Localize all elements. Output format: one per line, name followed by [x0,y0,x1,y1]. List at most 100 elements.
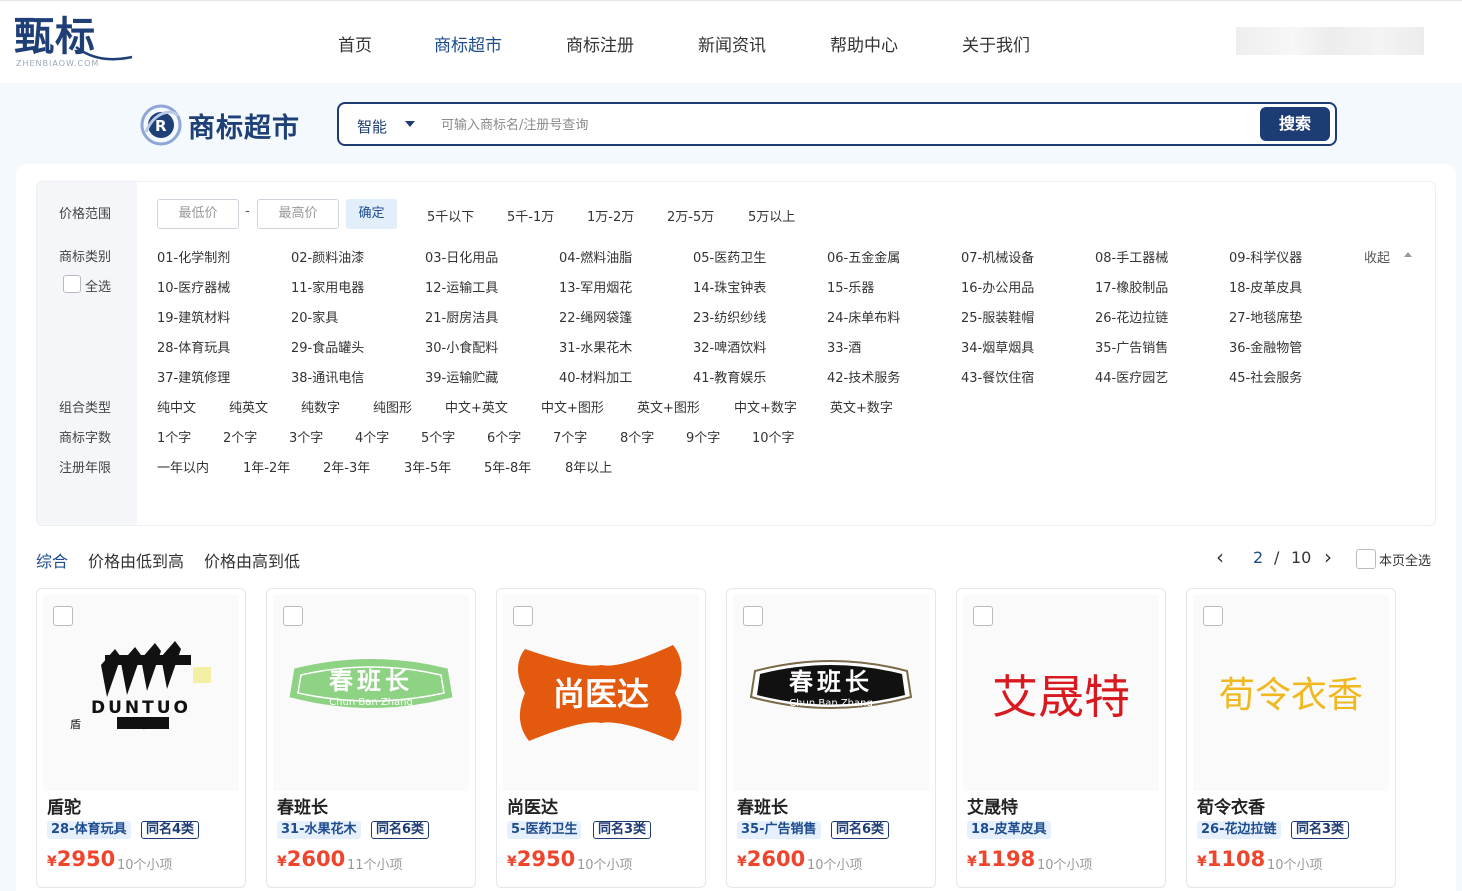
category-option[interactable]: 34-烟草烟具 [961,337,1034,356]
word-count-option[interactable]: 1个字 [157,427,191,446]
combo-option[interactable]: 中文+数字 [734,397,797,416]
word-count-option[interactable]: 5个字 [421,427,455,446]
trademark-card[interactable]: 春班长 Chun Ban Zhang 春班长 35-广告销售 同名6类 ¥260… [726,588,936,888]
card-checkbox[interactable] [283,606,303,626]
category-option[interactable]: 04-燃料油脂 [559,247,632,266]
nav-item-about[interactable]: 关于我们 [962,31,1030,56]
word-count-option[interactable]: 3个字 [289,427,323,446]
trademark-card[interactable]: 荀令衣香 荀令衣香 26-花边拉链 同名3类 ¥1108 10个小项 [1186,588,1396,888]
reg-years-option[interactable]: 一年以内 [157,457,209,476]
trademark-card[interactable]: DUNTUO 盾驼 盾驼 28-体育玩具 同名4类 ¥2950 10个小项 [36,588,246,888]
site-logo[interactable]: 甄标 ZHENBIAOW.COM [14,15,133,68]
word-count-option[interactable]: 10个字 [752,427,795,446]
price-confirm-button[interactable]: 确定 [346,199,397,229]
category-option[interactable]: 02-颜料油漆 [291,247,364,266]
category-option[interactable]: 03-日化用品 [425,247,498,266]
category-option[interactable]: 42-技术服务 [827,367,900,386]
combo-option[interactable]: 纯中文 [157,397,196,416]
category-option[interactable]: 40-材料加工 [559,367,632,386]
category-option[interactable]: 29-食品罐头 [291,337,364,356]
category-option[interactable]: 44-医疗园艺 [1095,367,1168,386]
combo-option[interactable]: 中文+图形 [541,397,604,416]
combo-option[interactable]: 纯图形 [373,397,412,416]
category-option[interactable]: 24-床单布料 [827,307,900,326]
combo-option[interactable]: 纯英文 [229,397,268,416]
category-option[interactable]: 17-橡胶制品 [1095,277,1168,296]
category-option[interactable]: 35-广告销售 [1095,337,1168,356]
nav-item-news[interactable]: 新闻资讯 [698,31,766,56]
category-option[interactable]: 36-金融物管 [1229,337,1302,356]
category-option[interactable]: 41-教育娱乐 [693,367,766,386]
card-checkbox[interactable] [513,606,533,626]
category-option[interactable]: 26-花边拉链 [1095,307,1168,326]
category-option[interactable]: 19-建筑材料 [157,307,230,326]
category-option[interactable]: 33-酒 [827,337,861,356]
category-option[interactable]: 10-医疗器械 [157,277,230,296]
select-all-label[interactable]: 全选 [85,276,111,295]
category-option[interactable]: 39-运输贮藏 [425,367,498,386]
word-count-option[interactable]: 4个字 [355,427,389,446]
trademark-card[interactable]: 春班长 Chun Ban Zhang 春班长 31-水果花木 同名6类 ¥260… [266,588,476,888]
category-option[interactable]: 05-医药卫生 [693,247,766,266]
category-option[interactable]: 22-绳网袋篷 [559,307,632,326]
price-option[interactable]: 5千-1万 [507,206,554,225]
price-option[interactable]: 2万-5万 [667,206,714,225]
category-option[interactable]: 11-家用电器 [291,277,364,296]
category-option[interactable]: 14-珠宝钟表 [693,277,766,296]
category-option[interactable]: 21-厨房洁具 [425,307,498,326]
category-option[interactable]: 15-乐器 [827,277,874,296]
nav-item-home[interactable]: 首页 [338,31,372,56]
card-checkbox[interactable] [743,606,763,626]
reg-years-option[interactable]: 1年-2年 [243,457,290,476]
category-option[interactable]: 38-通讯电信 [291,367,364,386]
category-option[interactable]: 07-机械设备 [961,247,1034,266]
select-page-checkbox[interactable] [1356,549,1376,569]
combo-option[interactable]: 中文+英文 [445,397,508,416]
nav-item-market[interactable]: 商标超市 [434,31,502,56]
category-option[interactable]: 08-手工器械 [1095,247,1168,266]
reg-years-option[interactable]: 8年以上 [565,457,612,476]
category-option[interactable]: 18-皮革皮具 [1229,277,1302,296]
max-price-input[interactable]: 最高价 [257,199,339,229]
combo-option[interactable]: 纯数字 [301,397,340,416]
reg-years-option[interactable]: 2年-3年 [323,457,370,476]
category-option[interactable]: 13-军用烟花 [559,277,632,296]
min-price-input[interactable]: 最低价 [157,199,239,229]
user-area[interactable] [1236,27,1424,55]
card-checkbox[interactable] [53,606,73,626]
category-option[interactable]: 45-社会服务 [1229,367,1302,386]
card-checkbox[interactable] [973,606,993,626]
category-option[interactable]: 25-服装鞋帽 [961,307,1034,326]
word-count-option[interactable]: 8个字 [620,427,654,446]
category-option[interactable]: 30-小食配料 [425,337,498,356]
search-mode-select[interactable]: 智能 [357,116,387,137]
sort-price-asc[interactable]: 价格由低到高 [88,548,184,572]
card-checkbox[interactable] [1203,606,1223,626]
sort-default[interactable]: 综合 [36,548,68,572]
category-option[interactable]: 16-办公用品 [961,277,1034,296]
category-option[interactable]: 20-家具 [291,307,338,326]
word-count-option[interactable]: 7个字 [553,427,587,446]
category-option[interactable]: 37-建筑修理 [157,367,230,386]
category-option[interactable]: 32-啤酒饮料 [693,337,766,356]
word-count-option[interactable]: 2个字 [223,427,257,446]
category-option[interactable]: 43-餐饮住宿 [961,367,1034,386]
reg-years-option[interactable]: 5年-8年 [484,457,531,476]
search-input[interactable] [439,110,1243,140]
price-option[interactable]: 5万以上 [748,206,795,225]
select-page-label[interactable]: 本页全选 [1379,550,1431,569]
combo-option[interactable]: 英文+数字 [830,397,893,416]
category-option[interactable]: 06-五金金属 [827,247,900,266]
category-option[interactable]: 31-水果花木 [559,337,632,356]
prev-page-icon[interactable]: ‹ [1216,545,1224,569]
collapse-button[interactable]: 收起 [1364,247,1390,266]
price-option[interactable]: 5千以下 [427,206,474,225]
category-option[interactable]: 12-运输工具 [425,277,498,296]
chevron-down-icon[interactable] [405,121,415,127]
trademark-card[interactable]: 尚医达 尚医达 5-医药卫生 同名3类 ¥2950 10个小项 [496,588,706,888]
word-count-option[interactable]: 6个字 [487,427,521,446]
category-option[interactable]: 28-体育玩具 [157,337,230,356]
word-count-option[interactable]: 9个字 [686,427,720,446]
combo-option[interactable]: 英文+图形 [637,397,700,416]
nav-item-help[interactable]: 帮助中心 [830,31,898,56]
